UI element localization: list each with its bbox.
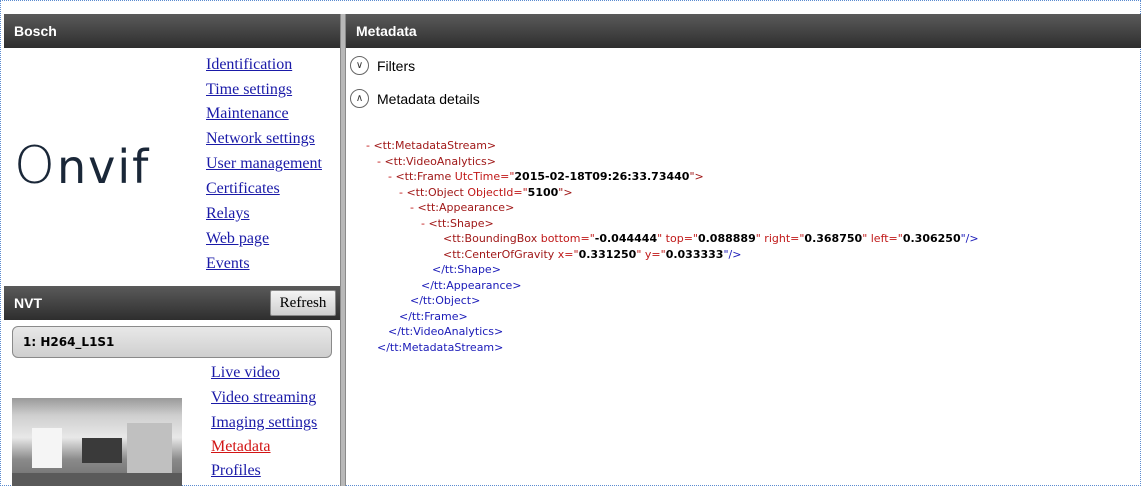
panel-splitter[interactable] — [340, 14, 346, 486]
xml-line: </tt:VideoAnalytics> — [388, 325, 504, 338]
filters-label: Filters — [377, 57, 416, 74]
xml-line: - <tt:Shape> — [421, 216, 494, 230]
xml-line: - <tt:MetadataStream> — [366, 139, 497, 152]
nav-maintenance[interactable]: Maintenance — [206, 105, 289, 123]
metadata-details-label: Metadata details — [377, 90, 480, 107]
nav-user-management[interactable]: User management — [206, 155, 322, 173]
xml-line: </tt:MetadataStream> — [377, 340, 504, 354]
live-video-thumbnail[interactable] — [12, 398, 182, 486]
nav-web-page[interactable]: Web page — [206, 230, 269, 248]
nav-identification[interactable]: Identification — [206, 56, 292, 74]
nav-imaging-settings[interactable]: Imaging settings — [211, 414, 317, 432]
xml-line: - <tt:Object ObjectId="5100"> — [399, 185, 573, 199]
nav-certificates[interactable]: Certificates — [206, 180, 280, 198]
profile-selector[interactable]: 1: H264_L1S1 — [12, 326, 332, 358]
xml-line: - <tt:Frame UtcTime="2015-02-18T09:26:33… — [388, 170, 704, 183]
xml-line: - <tt:VideoAnalytics> — [377, 154, 497, 168]
bosch-header: Bosch — [4, 14, 340, 48]
nvt-header: NVT Refresh — [4, 286, 340, 320]
onvif-logo: Onvif — [14, 136, 151, 196]
chevron-up-icon: ∧ — [350, 89, 369, 108]
nav-events[interactable]: Events — [206, 255, 250, 273]
metadata-header-title: Metadata — [356, 23, 417, 39]
xml-line: <tt:CenterOfGravity x="0.331250" y="0.03… — [443, 247, 742, 261]
nav-live-video[interactable]: Live video — [211, 364, 280, 382]
xml-line: </tt:Frame> — [399, 309, 468, 323]
filters-toggle[interactable]: ∨ Filters — [350, 56, 415, 75]
nav-video-streaming[interactable]: Video streaming — [211, 389, 316, 407]
xml-line: </tt:Object> — [410, 294, 481, 307]
metadata-details-toggle[interactable]: ∧ Metadata details — [350, 89, 480, 108]
xml-line: </tt:Shape> — [432, 263, 501, 276]
nav-network-settings[interactable]: Network settings — [206, 130, 315, 148]
nav-time-settings[interactable]: Time settings — [206, 81, 292, 99]
chevron-down-icon: ∨ — [350, 56, 369, 75]
metadata-xml-view: - <tt:MetadataStream> - <tt:VideoAnalyti… — [366, 138, 979, 355]
nav-profiles[interactable]: Profiles — [211, 462, 261, 480]
xml-line: - <tt:Appearance> — [410, 201, 515, 214]
xml-line: </tt:Appearance> — [421, 278, 522, 292]
nav-metadata[interactable]: Metadata — [211, 438, 271, 456]
xml-line: <tt:BoundingBox bottom="-0.044444" top="… — [443, 232, 979, 245]
nav-relays[interactable]: Relays — [206, 205, 250, 223]
refresh-button[interactable]: Refresh — [270, 290, 336, 316]
bosch-header-title: Bosch — [14, 23, 57, 39]
nvt-header-title: NVT — [14, 295, 42, 311]
profile-label: 1: H264_L1S1 — [23, 335, 115, 349]
metadata-header: Metadata — [346, 14, 1141, 48]
